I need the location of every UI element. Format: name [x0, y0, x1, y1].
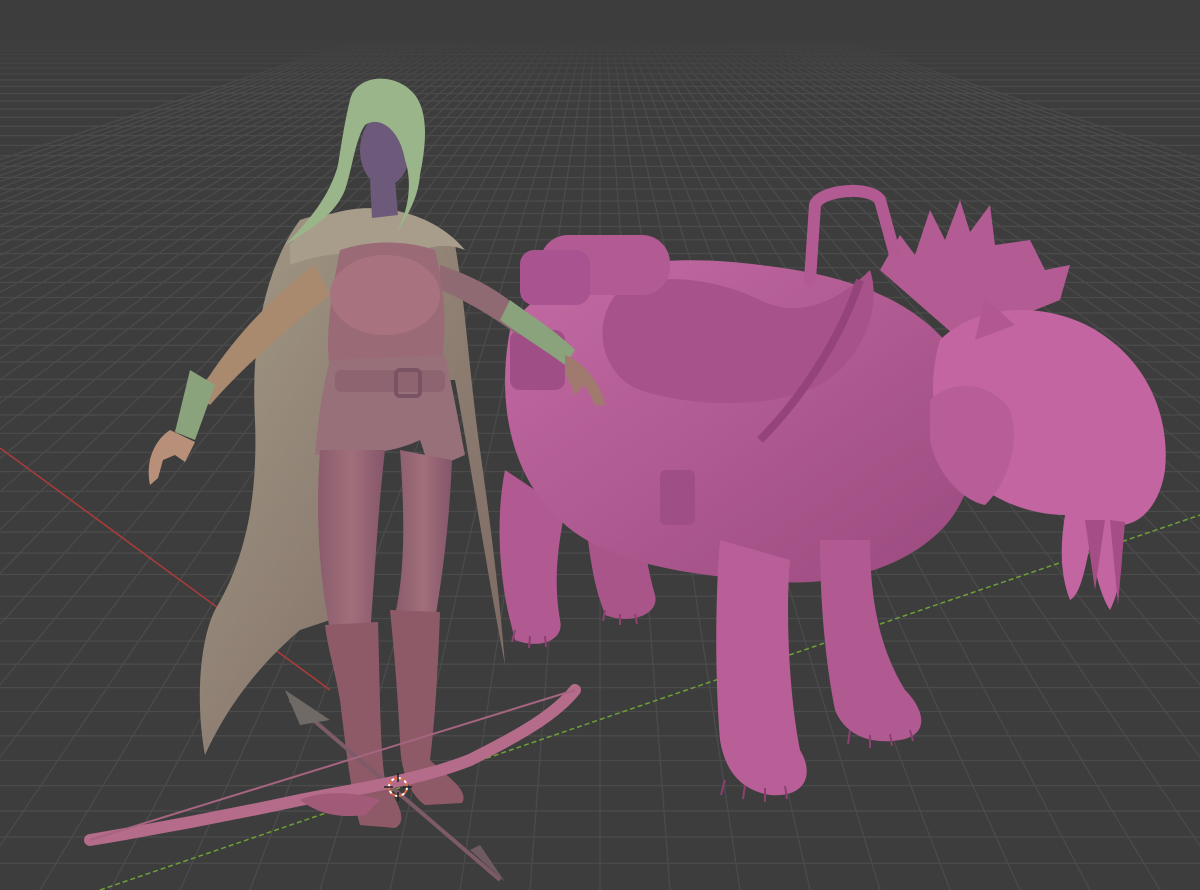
saddle-bag [520, 250, 590, 305]
chest-shape [330, 255, 440, 335]
3d-viewport[interactable] [0, 0, 1200, 890]
viewport-canvas[interactable] [0, 0, 1200, 890]
side-pouch-2 [660, 470, 695, 525]
belt [335, 370, 445, 392]
